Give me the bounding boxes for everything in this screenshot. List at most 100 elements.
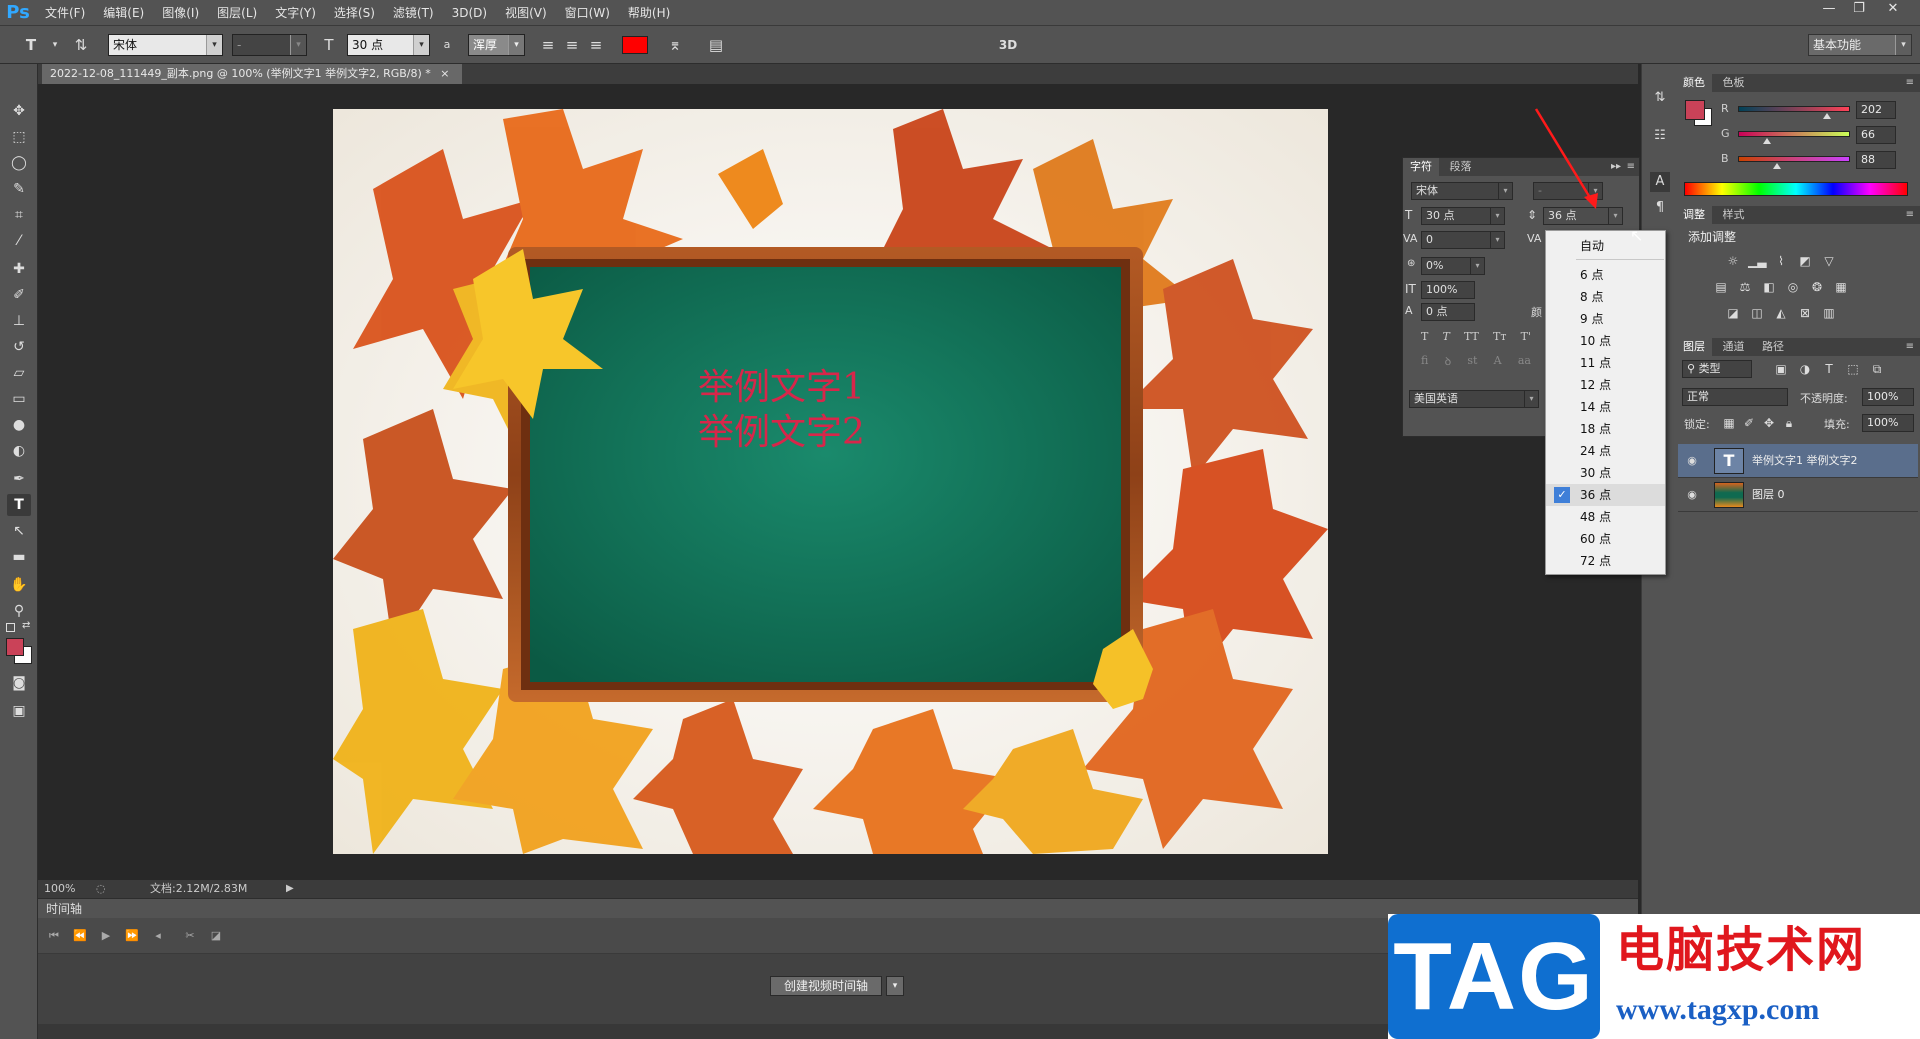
align-right-icon[interactable]: ≡ [585, 34, 607, 56]
filter-adjustment-icon[interactable]: ◑ [1796, 360, 1814, 378]
superscript-button[interactable]: T' [1521, 330, 1531, 350]
eraser-tool-icon[interactable]: ▱ [7, 362, 31, 384]
align-left-icon[interactable]: ≡ [537, 34, 559, 56]
leading-option-60[interactable]: 60 点 [1546, 528, 1665, 550]
char-tsume-select[interactable]: 0% ▾ [1421, 257, 1485, 275]
color-balance-icon[interactable]: ⚖ [1736, 278, 1754, 296]
panel-menu-icon[interactable]: ≡ [1906, 74, 1914, 92]
panel-menu-icon[interactable]: ≡ [1627, 158, 1635, 176]
char-language-select[interactable]: 美国英语 ▾ [1409, 390, 1539, 408]
zoom-level[interactable]: 100% [44, 880, 75, 898]
leading-option-auto[interactable]: 自动 [1546, 235, 1665, 257]
old-style-button[interactable]: ꝺ [1445, 354, 1452, 374]
leading-option-9[interactable]: 9 点 [1546, 308, 1665, 330]
swash-button[interactable]: A [1494, 354, 1502, 374]
menu-select[interactable]: 选择(S) [325, 0, 384, 26]
status-info-icon[interactable]: ◌ [96, 880, 106, 898]
brush-tool-icon[interactable]: ✐ [7, 284, 31, 306]
first-frame-icon[interactable]: ⏮ [44, 926, 64, 946]
eyedropper-tool-icon[interactable]: ⁄ [7, 230, 31, 252]
dodge-tool-icon[interactable]: ◐ [7, 440, 31, 462]
text-color-swatch[interactable] [622, 36, 648, 54]
photo-filter-icon[interactable]: ◎ [1784, 278, 1802, 296]
gradient-tool-icon[interactable]: ▭ [7, 388, 31, 410]
char-font-family-select[interactable]: 宋体 ▾ [1411, 182, 1513, 200]
tab-styles[interactable]: 样式 [1716, 206, 1752, 224]
tab-layers[interactable]: 图层 [1676, 338, 1712, 356]
filter-type-icon[interactable]: T [1820, 360, 1838, 378]
3d-mode-icon[interactable]: 3D [993, 34, 1023, 56]
tab-paragraph[interactable]: 段落 [1443, 158, 1479, 176]
swap-colors-icon[interactable]: ⇄ [22, 620, 30, 631]
status-menu-arrow-icon[interactable]: ▶ [286, 880, 294, 898]
hand-tool-icon[interactable]: ✋ [7, 574, 31, 596]
panel-menu-icon[interactable]: ≡ [1906, 206, 1914, 224]
collapse-panel-icon[interactable]: ▸▸ [1611, 158, 1621, 176]
discretionary-ligature-button[interactable]: st [1467, 354, 1477, 374]
blur-tool-icon[interactable]: ● [7, 414, 31, 436]
leading-option-24[interactable]: 24 点 [1546, 440, 1665, 462]
visibility-eye-icon[interactable]: ◉ [1684, 453, 1700, 469]
invert-icon[interactable]: ◪ [1724, 304, 1742, 322]
blue-value-input[interactable]: 88 [1856, 151, 1896, 169]
minimize-button[interactable]: — [1816, 0, 1842, 20]
zoom-tool-icon[interactable]: ⚲ [7, 600, 31, 622]
menu-edit[interactable]: 编辑(E) [94, 0, 153, 26]
red-slider-thumb[interactable] [1822, 113, 1831, 119]
audio-icon[interactable]: ◂ [148, 926, 168, 946]
vibrance-icon[interactable]: ▽ [1820, 252, 1838, 270]
history-brush-tool-icon[interactable]: ↺ [7, 336, 31, 358]
menu-window[interactable]: 窗口(W) [556, 0, 619, 26]
lock-position-icon[interactable]: ✥ [1760, 414, 1778, 432]
screen-mode-icon[interactable]: ▣ [7, 700, 31, 722]
quick-mask-icon[interactable]: ◙ [7, 672, 31, 694]
lock-image-icon[interactable]: ✐ [1740, 414, 1758, 432]
small-caps-button[interactable]: Tт [1493, 330, 1506, 350]
hue-saturation-icon[interactable]: ▤ [1712, 278, 1730, 296]
leading-option-11[interactable]: 11 点 [1546, 352, 1665, 374]
threshold-icon[interactable]: ◭ [1772, 304, 1790, 322]
green-value-input[interactable]: 66 [1856, 126, 1896, 144]
layer-row-text[interactable]: ◉ T 举例文字1 举例文字2 [1678, 444, 1918, 478]
blue-slider-track[interactable] [1738, 156, 1850, 162]
gradient-map-icon[interactable]: ▥ [1820, 304, 1838, 322]
pen-tool-icon[interactable]: ✒ [7, 468, 31, 490]
text-orientation-toggle-icon[interactable]: ⇅ [70, 34, 92, 56]
properties-panel-icon[interactable]: ☷ [1650, 126, 1670, 146]
tab-color[interactable]: 颜色 [1676, 74, 1712, 92]
document-tab[interactable]: 2022-12-08_111449_副本.png @ 100% (举例文字1 举… [42, 64, 462, 84]
document-tab-close-icon[interactable]: × [440, 67, 449, 80]
leading-option-72[interactable]: 72 点 [1546, 550, 1665, 572]
menu-file[interactable]: 文件(F) [36, 0, 94, 26]
clone-stamp-tool-icon[interactable]: ⊥ [7, 310, 31, 332]
green-slider-track[interactable] [1738, 131, 1850, 137]
red-slider-track[interactable] [1738, 106, 1850, 112]
faux-bold-button[interactable]: T [1421, 330, 1428, 350]
curves-icon[interactable]: ⌇ [1772, 252, 1790, 270]
preset-chevron-down-icon[interactable]: ▾ [44, 34, 66, 56]
filter-smart-object-icon[interactable]: ⧉ [1868, 360, 1886, 378]
menu-view[interactable]: 视图(V) [496, 0, 556, 26]
menu-layer[interactable]: 图层(L) [208, 0, 266, 26]
channel-mixer-icon[interactable]: ❂ [1808, 278, 1826, 296]
split-scissors-icon[interactable]: ✂ [180, 926, 200, 946]
stylistic-button[interactable]: aa [1518, 354, 1531, 374]
panel-menu-icon[interactable]: ≡ [1906, 338, 1914, 356]
leading-option-8[interactable]: 8 点 [1546, 286, 1665, 308]
layer-filter-select[interactable]: ⚲ 类型 [1682, 360, 1752, 378]
opacity-input[interactable]: 100% [1862, 388, 1914, 406]
next-frame-icon[interactable]: ⏩ [122, 926, 142, 946]
create-video-timeline-button[interactable]: 创建视频时间轴 [770, 976, 882, 996]
foreground-color-swatch[interactable] [6, 638, 24, 656]
blend-mode-select[interactable]: 正常 [1682, 388, 1788, 406]
tab-adjustments[interactable]: 调整 [1676, 206, 1712, 224]
close-button[interactable]: ✕ [1880, 0, 1906, 20]
history-panel-icon[interactable]: ⇅ [1650, 88, 1670, 108]
menu-image[interactable]: 图像(I) [153, 0, 208, 26]
color-spectrum-bar[interactable] [1684, 182, 1908, 196]
healing-brush-tool-icon[interactable]: ✚ [7, 258, 31, 280]
faux-italic-button[interactable]: T [1442, 330, 1449, 350]
play-icon[interactable]: ▶ [96, 926, 116, 946]
align-center-icon[interactable]: ≡ [561, 34, 583, 56]
menu-filter[interactable]: 滤镜(T) [384, 0, 443, 26]
